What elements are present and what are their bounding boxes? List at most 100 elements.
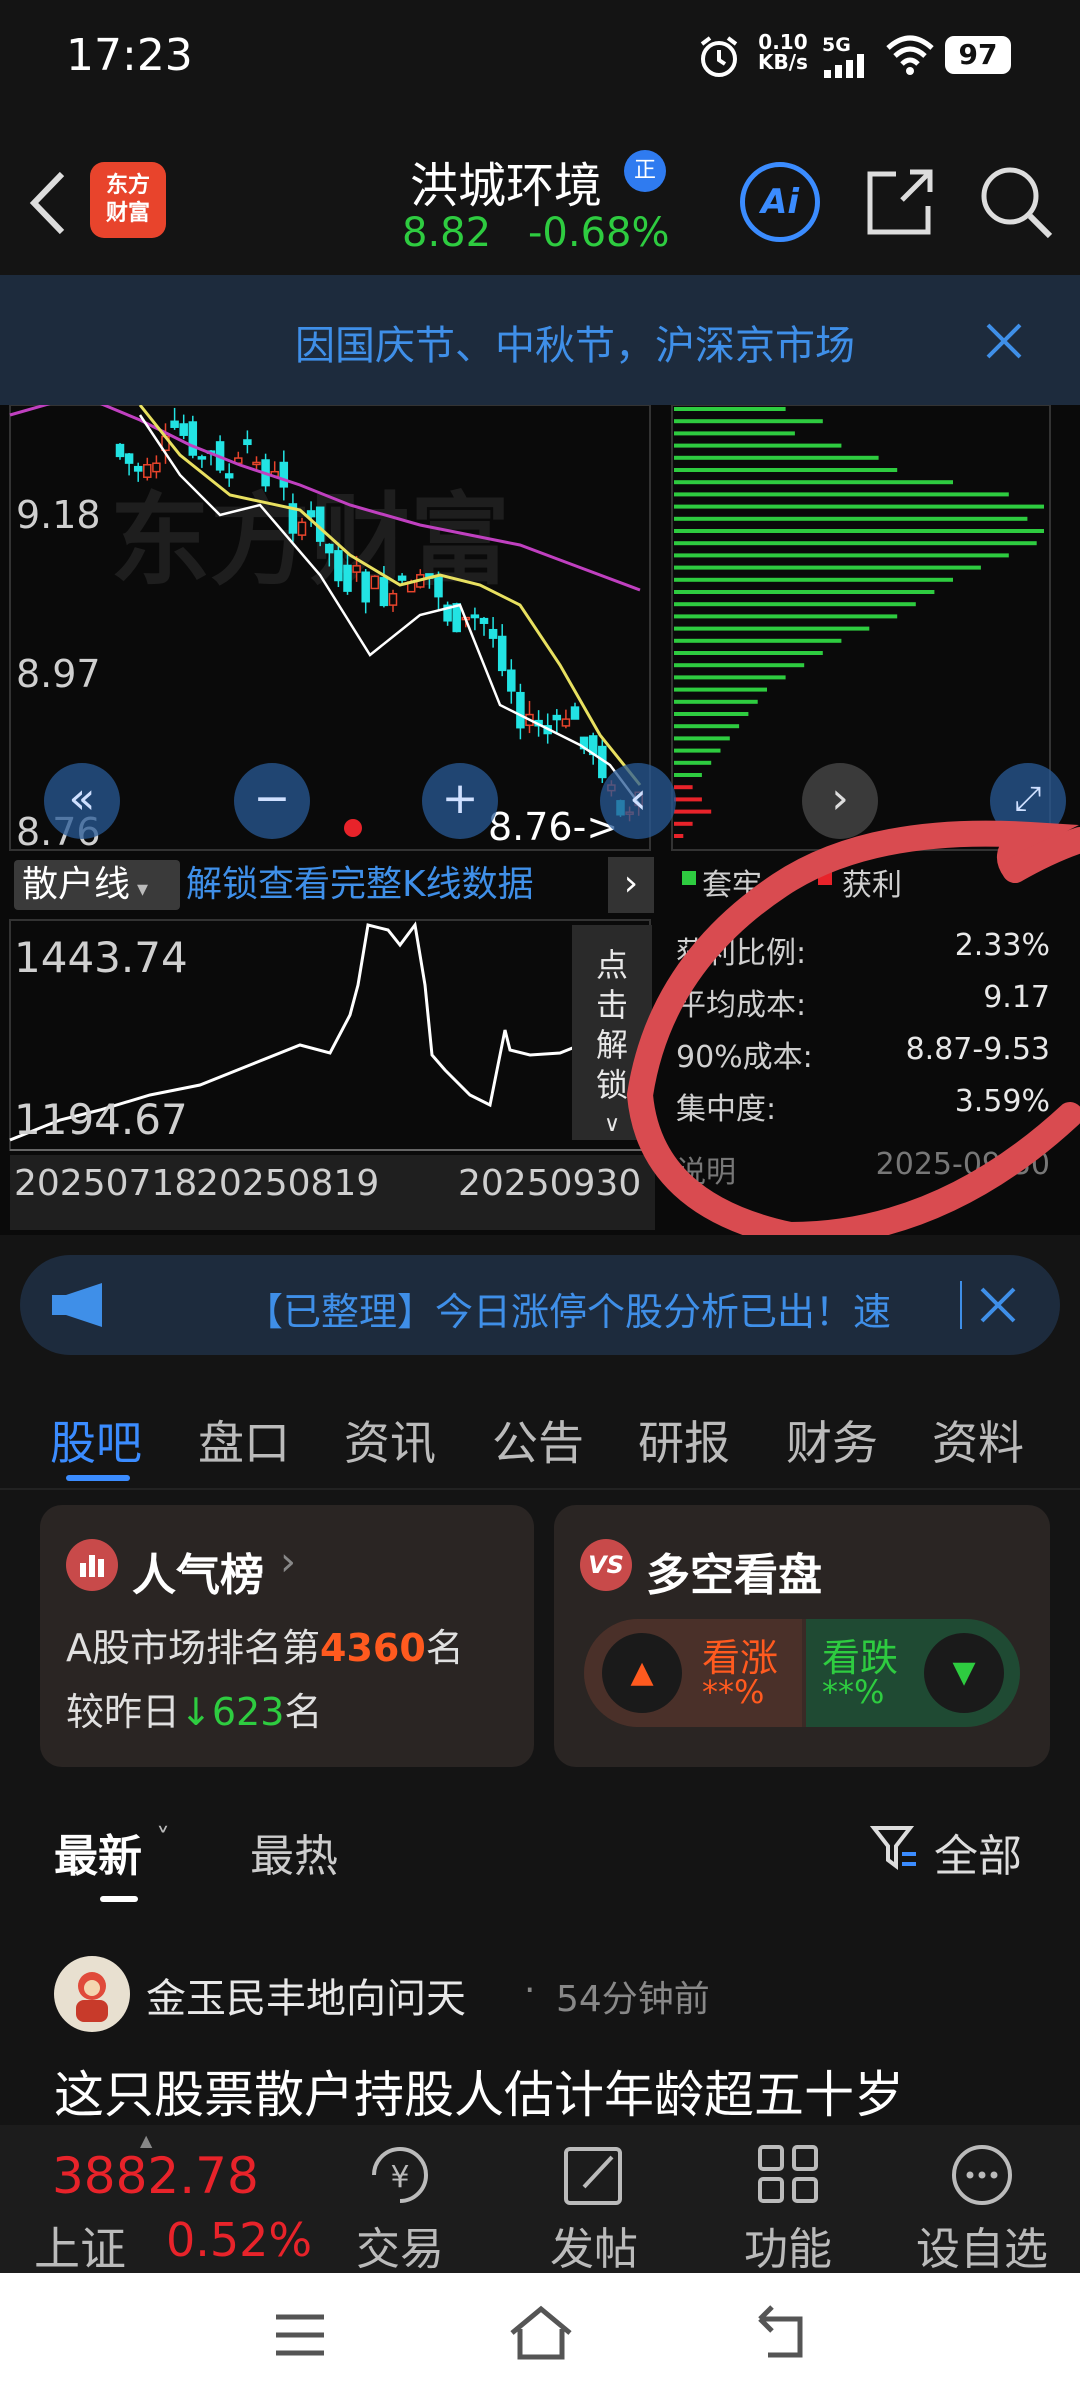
back-icon[interactable]	[26, 168, 70, 238]
ticker-text: 【已整理】今日涨停个股分析已出！速	[245, 1290, 892, 1334]
edit-icon	[564, 2147, 622, 2205]
more-icon	[952, 2145, 1012, 2205]
app-logo: 东方 财富	[90, 162, 166, 238]
unlock-kline-link[interactable]: 解锁查看完整K线数据	[186, 860, 534, 910]
rank-value: 4360	[320, 1626, 426, 1670]
chip-bar	[674, 480, 953, 485]
candle-body	[370, 575, 380, 590]
dropdown-arrow-icon: ▾	[130, 877, 149, 902]
price-label-mid: 8.97	[16, 652, 101, 696]
date-label-end: 20250930	[458, 1163, 642, 1204]
bottom-functions[interactable]: 功能	[698, 2213, 878, 2277]
bull-value: **%	[702, 1673, 765, 1711]
candle-body	[352, 565, 361, 573]
candle-body	[115, 443, 125, 458]
change-prefix: 较昨日	[66, 1690, 181, 1734]
sub-chart-min: 1194.67	[14, 1095, 188, 1144]
megaphone-icon	[52, 1283, 102, 1327]
chip-bar	[674, 468, 898, 472]
popularity-title: 人气榜	[132, 1550, 264, 1601]
candle-body	[325, 543, 334, 554]
signal-icon	[824, 54, 864, 78]
date-label-mid: 20250819	[196, 1163, 380, 1204]
zoom-out-button[interactable]: −	[234, 763, 310, 839]
kline-chart-area[interactable]: 东方财富 9.18 8.97 8.76 8.76-> « − + ‹ › ⤢ 散…	[0, 405, 1080, 1235]
arrow-down-icon: ▼	[924, 1633, 1004, 1713]
tab-finance[interactable]: 财务	[786, 1407, 878, 1473]
post-separator: ·	[524, 1970, 536, 2011]
bottom-toolbar: ▲ 3882.78 上证 0.52% ¥ 交易 发帖 功能 设自选	[0, 2125, 1080, 2276]
tab-guba[interactable]: 股吧	[50, 1407, 142, 1473]
post-time: 54分钟前	[556, 1979, 710, 2020]
chip-bar	[674, 602, 916, 607]
svg-text:¥: ¥	[390, 2160, 409, 2195]
arrow-down-icon: ↓	[180, 1690, 212, 1734]
candle-body	[379, 577, 389, 607]
candle-body	[297, 521, 307, 536]
rank-change-line: 较昨日↓623名	[66, 1681, 322, 1736]
candle-body	[516, 691, 525, 729]
candle-body	[343, 564, 352, 592]
candle-body	[561, 718, 571, 727]
chip-bar	[674, 492, 1009, 497]
scroll-left-button[interactable]: «	[44, 763, 120, 839]
bear-side[interactable]: 看跌 **% ▼	[806, 1619, 1020, 1727]
feed-tab-hot[interactable]: 最热	[250, 1820, 338, 1884]
chip-bar	[674, 407, 786, 411]
tab-announcements[interactable]: 公告	[492, 1407, 584, 1473]
avatar[interactable]	[54, 1956, 130, 2032]
sentiment-title: 多空看盘	[646, 1550, 822, 1601]
indicator-select-label: 散户线	[22, 864, 131, 905]
chip-bar	[674, 419, 823, 424]
index-value[interactable]: 3882.78	[52, 2147, 259, 2205]
holiday-notice-banner[interactable]: 因国庆节、中秋节，沪深京市场	[0, 275, 1080, 405]
bottom-trade[interactable]: 交易	[310, 2213, 490, 2277]
search-icon[interactable]	[976, 162, 1054, 240]
zoom-in-button[interactable]: +	[422, 763, 498, 839]
candle-body	[170, 420, 179, 428]
network-type: 5G	[822, 34, 851, 56]
feed-filter-all[interactable]: 全部	[934, 1820, 1022, 1884]
close-icon[interactable]	[978, 1285, 1018, 1325]
logo-line2: 财富	[105, 201, 150, 226]
chip-bar	[674, 590, 935, 594]
home-icon[interactable]	[506, 2303, 576, 2363]
sentiment-card[interactable]: VS 多空看盘 ▲ 看涨 **% 看跌 **% ▼	[554, 1505, 1050, 1767]
candle-body	[152, 462, 161, 473]
indicator-select[interactable]: 散户线 ▾	[14, 860, 180, 910]
bull-side[interactable]: ▲ 看涨 **%	[584, 1619, 802, 1727]
menu-icon[interactable]	[270, 2309, 330, 2361]
close-icon[interactable]	[984, 321, 1024, 361]
stock-name: 洪城环境	[410, 158, 603, 214]
bottom-post[interactable]: 发帖	[504, 2213, 684, 2277]
candle-body	[479, 617, 489, 624]
verified-badge-icon: 正	[624, 150, 666, 192]
tab-news[interactable]: 资讯	[344, 1407, 436, 1473]
watermark: 东方财富	[110, 481, 510, 599]
post-title[interactable]: 这只股票散户持股人估计年龄超五十岁	[54, 2055, 904, 2127]
ai-button[interactable]: Ai	[740, 162, 820, 242]
news-ticker[interactable]: 【已整理】今日涨停个股分析已出！速	[20, 1255, 1060, 1355]
chip-bar	[674, 553, 1009, 558]
post-author[interactable]: 金玉民丰地向问天	[146, 1966, 466, 2024]
candle-body	[452, 603, 461, 633]
tab-profile[interactable]: 资料	[932, 1407, 1024, 1473]
chip-bar	[674, 431, 795, 436]
share-icon[interactable]	[862, 164, 938, 240]
tab-pankou[interactable]: 盘口	[198, 1407, 290, 1473]
candle-body	[552, 714, 562, 721]
caret-up-icon: ▲	[140, 2131, 153, 2150]
back-nav-icon[interactable]	[750, 2303, 814, 2363]
active-tab-indicator	[66, 1475, 130, 1481]
candle-body	[197, 456, 207, 460]
bottom-add-watchlist[interactable]: 设自选	[892, 2213, 1072, 2277]
filter-icon[interactable]	[870, 1822, 922, 1874]
battery-indicator: 97	[945, 36, 1011, 74]
feed-tab-latest[interactable]: 最新	[54, 1820, 142, 1884]
candle-body	[388, 592, 398, 606]
popularity-card[interactable]: 人气榜 › A股市场排名第4360名 较昨日↓623名	[40, 1505, 534, 1767]
index-name: 上证	[34, 2222, 126, 2276]
candle-body	[488, 628, 498, 639]
notice-text: 因国庆节、中秋节，沪深京市场	[295, 323, 855, 369]
tab-research[interactable]: 研报	[638, 1407, 730, 1473]
